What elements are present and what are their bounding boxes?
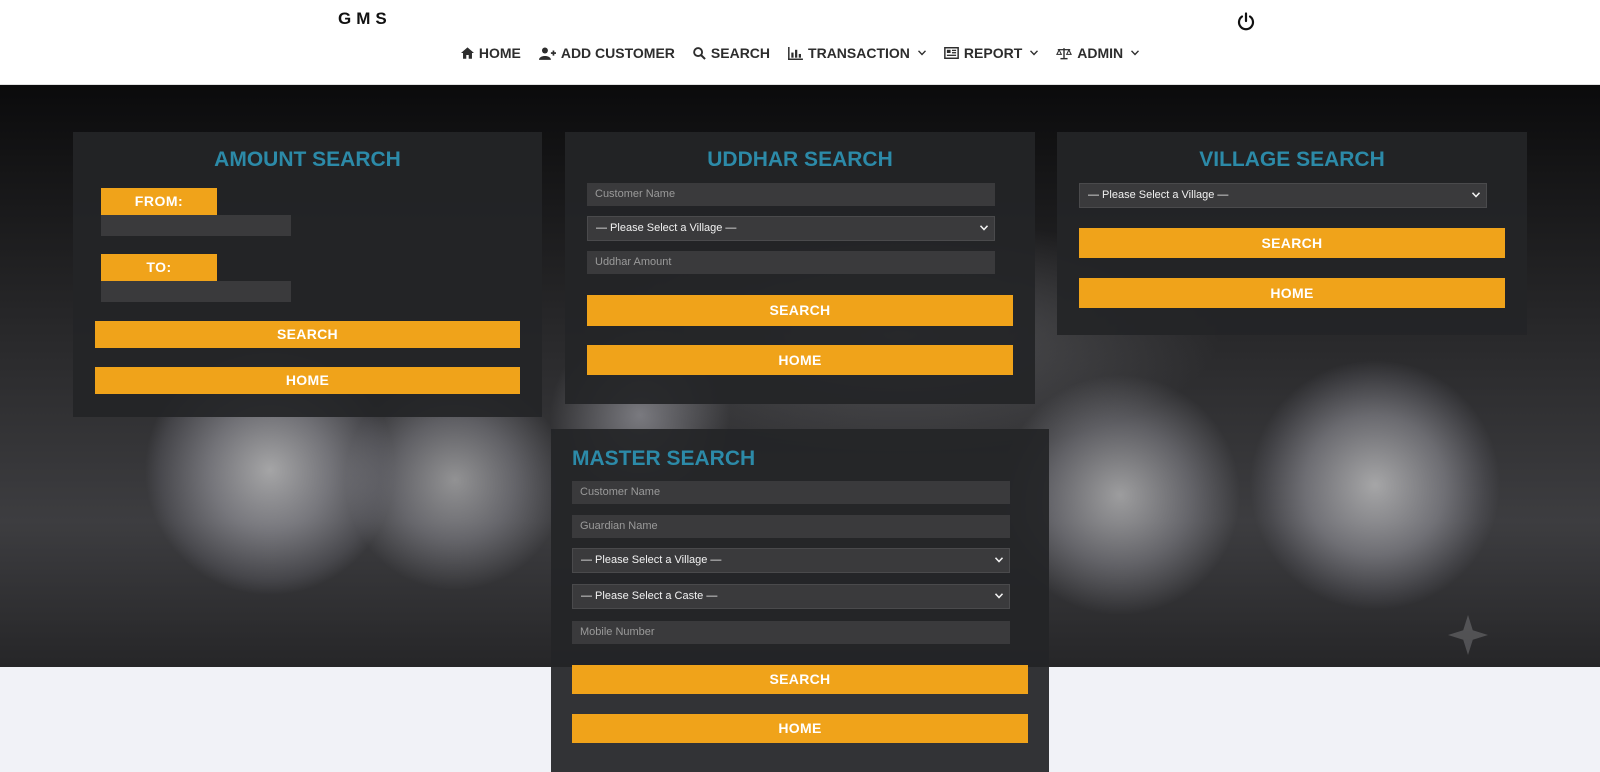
report-icon: [944, 47, 959, 59]
nav-label-report: REPORT: [963, 45, 1023, 61]
village-search-title: VILLAGE SEARCH: [1199, 148, 1385, 171]
village-select[interactable]: — Please Select a Village —: [1079, 183, 1487, 208]
nav-label-admin: ADMIN: [1077, 45, 1124, 61]
chevron-down-icon: [1472, 192, 1480, 198]
village-search-button[interactable]: SEARCH: [1079, 228, 1505, 258]
nav-item-home[interactable]: HOME: [460, 45, 521, 61]
uddhar-customer-name-input[interactable]: [587, 183, 995, 206]
nav-item-search[interactable]: SEARCH: [693, 45, 770, 61]
to-label: TO:: [101, 254, 217, 281]
uddhar-amount-input[interactable]: [587, 251, 995, 274]
chevron-down-icon: [995, 557, 1003, 563]
amount-search-button[interactable]: SEARCH: [95, 321, 520, 348]
uddhar-search-button[interactable]: SEARCH: [587, 295, 1013, 326]
village-search-panel: VILLAGE SEARCH — Please Select a Village…: [1057, 132, 1527, 335]
village-select-value: — Please Select a Village —: [1088, 189, 1229, 201]
amount-search-panel: AMOUNT SEARCH FROM: TO: SEARCH HOME: [73, 132, 542, 417]
master-search-button[interactable]: SEARCH: [572, 665, 1028, 694]
add-user-icon: [538, 47, 556, 60]
search-icon: [693, 46, 706, 60]
from-label: FROM:: [101, 188, 217, 215]
uddhar-search-panel: UDDHAR SEARCH — Please Select a Village …: [565, 132, 1035, 404]
master-search-panel: MASTER SEARCH — Please Select a Village …: [551, 429, 1049, 772]
top-header: GMS HOME ADD CUSTOMER SEARCH TRANSACTION…: [0, 0, 1600, 85]
village-home-button[interactable]: HOME: [1079, 278, 1505, 308]
power-icon[interactable]: [1236, 12, 1256, 32]
master-mobile-number-input[interactable]: [572, 621, 1010, 644]
amount-home-button[interactable]: HOME: [95, 367, 520, 394]
uddhar-village-select-value: — Please Select a Village —: [596, 222, 737, 234]
nav-label-add-customer: ADD CUSTOMER: [560, 45, 675, 61]
amount-search-title: AMOUNT SEARCH: [214, 148, 401, 171]
nav-label-transaction: TRANSACTION: [808, 45, 910, 61]
nav-item-add-customer[interactable]: ADD CUSTOMER: [538, 45, 675, 61]
nav-item-transaction[interactable]: TRANSACTION: [788, 45, 926, 61]
uddhar-home-button[interactable]: HOME: [587, 345, 1013, 375]
chevron-down-icon: [1131, 50, 1140, 56]
nav-label-home: HOME: [478, 45, 521, 61]
master-caste-select[interactable]: — Please Select a Caste —: [572, 584, 1010, 609]
nav-item-report[interactable]: REPORT: [944, 45, 1039, 61]
master-home-button[interactable]: HOME: [572, 714, 1028, 743]
master-caste-select-value: — Please Select a Caste —: [581, 590, 718, 602]
from-amount-input[interactable]: [101, 215, 291, 236]
master-guardian-name-input[interactable]: [572, 515, 1010, 538]
bar-chart-icon: [788, 46, 803, 60]
master-search-title: MASTER SEARCH: [572, 447, 756, 470]
chevron-down-icon: [980, 225, 988, 231]
chevron-down-icon: [917, 50, 926, 56]
sparkle-decoration: [1448, 615, 1488, 655]
balance-scale-icon: [1056, 47, 1073, 59]
brand-logo[interactable]: GMS: [338, 9, 392, 29]
home-icon: [460, 47, 474, 59]
master-customer-name-input[interactable]: [572, 481, 1010, 504]
chevron-down-icon: [1030, 50, 1039, 56]
main-nav: HOME ADD CUSTOMER SEARCH TRANSACTION REP…: [0, 45, 1600, 61]
nav-label-search: SEARCH: [710, 45, 771, 61]
master-village-select-value: — Please Select a Village —: [581, 554, 722, 566]
uddhar-search-title: UDDHAR SEARCH: [707, 148, 893, 171]
nav-item-admin[interactable]: ADMIN: [1056, 45, 1140, 61]
uddhar-village-select[interactable]: — Please Select a Village —: [587, 216, 995, 241]
master-village-select[interactable]: — Please Select a Village —: [572, 548, 1010, 573]
to-amount-input[interactable]: [101, 281, 291, 302]
chevron-down-icon: [995, 593, 1003, 599]
